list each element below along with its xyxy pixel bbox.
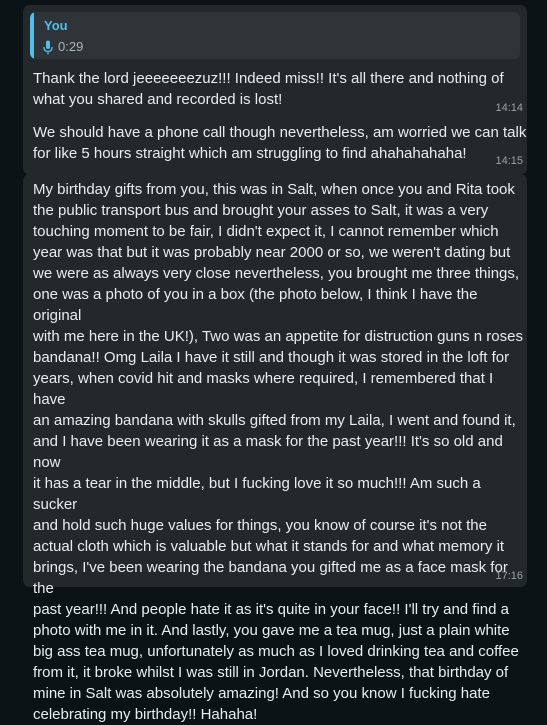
message-text: Thank the lord jeeeeeeezuz!!! Indeed mis… <box>33 70 504 108</box>
message-timestamp: 17:16 <box>495 570 523 582</box>
quoted-voice-message[interactable]: You 0:29 <box>30 12 520 59</box>
voice-duration: 0:29 <box>58 39 84 54</box>
message-text: We should have a phone call though never… <box>33 124 527 162</box>
message-timestamp: 14:14 <box>495 102 523 114</box>
quote-author: You <box>44 18 68 33</box>
quote-accent-bar <box>30 12 34 59</box>
message-timestamp: 14:15 <box>495 155 523 167</box>
microphone-icon <box>43 40 53 55</box>
message-bubble-3[interactable]: My birthday gifts from you, this was in … <box>23 174 527 723</box>
message-bubble-2[interactable]: We should have a phone call though never… <box>23 117 527 170</box>
message-text: My birthday gifts from you, this was in … <box>33 181 523 723</box>
